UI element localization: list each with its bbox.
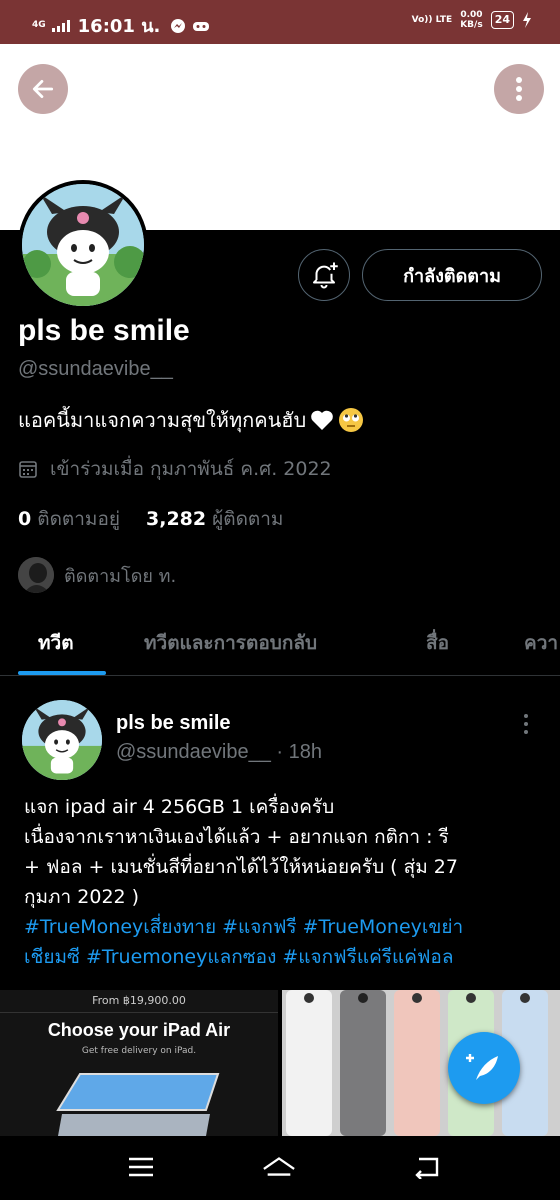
tab-likes[interactable]: ควา (524, 628, 558, 658)
volte-indicator: Vo)) LTE (411, 15, 453, 25)
network-speed: 0.00 KB/s (460, 10, 482, 30)
game-icon (193, 21, 210, 31)
rolling-eyes-face-icon (339, 408, 364, 432)
charging-icon (523, 12, 531, 28)
status-bar: 4G 16:01 น. Vo)) LTE 0.00 KB/s 24 (0, 0, 560, 44)
tweet-text: แจก ipad air 4 256GB 1 เครื่องครับ เนื่อ… (24, 792, 544, 912)
profile-tabs: ทวีต ทวีตและการตอบกลับ สื่อ ควา (0, 612, 560, 676)
followers-count: 3,282 (146, 508, 207, 530)
compose-feather-icon (466, 1054, 498, 1080)
more-options-button[interactable] (494, 64, 544, 114)
tab-media[interactable]: สื่อ (426, 628, 449, 658)
hashtag-line[interactable]: เชียมซี #Truemoneyแลกซอง #แจกฟรีแค่รีแค่… (24, 942, 554, 972)
more-vertical-icon (516, 77, 522, 101)
tab-tweets[interactable]: ทวีต (38, 628, 74, 658)
home-icon (263, 1157, 295, 1176)
ipad-illustration (56, 1073, 220, 1136)
network-indicator: 4G (32, 20, 46, 30)
messenger-icon (171, 18, 186, 33)
active-tab-indicator (18, 671, 106, 675)
following-button[interactable]: กำลังติดตาม (362, 249, 542, 301)
follow-stats: 0 ติดตามอยู่ 3,282 ผู้ติดตาม (18, 504, 283, 534)
system-navigation-bar (0, 1136, 560, 1200)
notification-bell-button[interactable] (298, 249, 350, 301)
compose-tweet-button[interactable] (448, 1032, 520, 1104)
battery-level: 24 (490, 11, 514, 29)
tweet-more-button[interactable] (522, 712, 530, 740)
joined-text: เข้าร่วมเมื่อ กุมภาพันธ์ ค.ศ. 2022 (50, 458, 332, 480)
follower-avatar (18, 557, 54, 593)
bio-text: แอคนี้มาแจกความสุขให้ทุกคนฮับ (18, 408, 307, 432)
profile-display-name: pls be smile (18, 314, 190, 347)
back-button[interactable] (18, 64, 68, 114)
tab-tweets-replies[interactable]: ทวีตและการตอบกลับ (144, 628, 317, 658)
bell-plus-icon (313, 262, 338, 289)
white-heart-icon (311, 410, 333, 430)
nav-back-button[interactable] (410, 1152, 444, 1182)
calendar-icon (19, 461, 37, 478)
arrow-left-icon (32, 80, 54, 98)
more-vertical-icon (524, 714, 528, 734)
following-stat[interactable]: 0 ติดตามอยู่ (18, 504, 120, 534)
nav-home-button[interactable] (262, 1152, 296, 1182)
tweet-author-name[interactable]: pls be smile (116, 712, 231, 735)
tweet-line: แจก ipad air 4 256GB 1 เครื่องครับ (24, 796, 335, 818)
followers-stat[interactable]: 3,282 ผู้ติดตาม (146, 504, 283, 534)
back-icon (415, 1157, 439, 1179)
menu-icon (129, 1157, 153, 1177)
clock: 16:01 น. (77, 16, 161, 37)
speed-unit: KB/s (460, 20, 483, 30)
followed-by-text: ติดตามโดย ท. (64, 565, 177, 587)
profile-bio: แอคนี้มาแจกความสุขให้ทุกคนฮับ (18, 404, 364, 436)
tweet-media-image-1[interactable]: From ฿19,900.00 Choose your iPad Air Get… (0, 990, 278, 1136)
tweet-line: เนื่องจากเราหาเงินเองได้แล้ว + อยากแจก ก… (24, 826, 449, 848)
nav-menu-button[interactable] (124, 1152, 158, 1182)
kuromi-avatar-image (22, 184, 144, 306)
following-count: 0 (18, 508, 32, 530)
hashtag-line[interactable]: #TrueMoneyเสี่ยงทาย #แจกฟรี #TrueMoneyเข… (24, 912, 554, 942)
follower-avatar-image (18, 557, 54, 593)
followed-by-row[interactable]: ติดตามโดย ท. (18, 557, 176, 593)
tweet-line: + ฟอล + เมนชั่นสีที่อยากได้ไว้ให้หน่อยคร… (24, 856, 458, 878)
profile-handle: @ssundaevibe__ (18, 358, 173, 380)
tweet-hashtags[interactable]: #TrueMoneyเสี่ยงทาย #แจกฟรี #TrueMoneyเข… (24, 912, 554, 972)
signal-icon (51, 19, 70, 32)
kuromi-avatar-image (22, 700, 102, 780)
tweet-handle-time: @ssundaevibe__ · 18h (116, 741, 322, 763)
followers-label: ผู้ติดตาม (212, 508, 284, 530)
profile-avatar[interactable] (18, 180, 148, 310)
speed-value: 0.00 (460, 10, 483, 20)
tweet-line: กุมภา 2022 ) (24, 886, 140, 908)
tweet-author-avatar[interactable] (22, 700, 102, 780)
following-label: ติดตามอยู่ (37, 508, 120, 530)
joined-date: เข้าร่วมเมื่อ กุมภาพันธ์ ค.ศ. 2022 (18, 454, 332, 484)
